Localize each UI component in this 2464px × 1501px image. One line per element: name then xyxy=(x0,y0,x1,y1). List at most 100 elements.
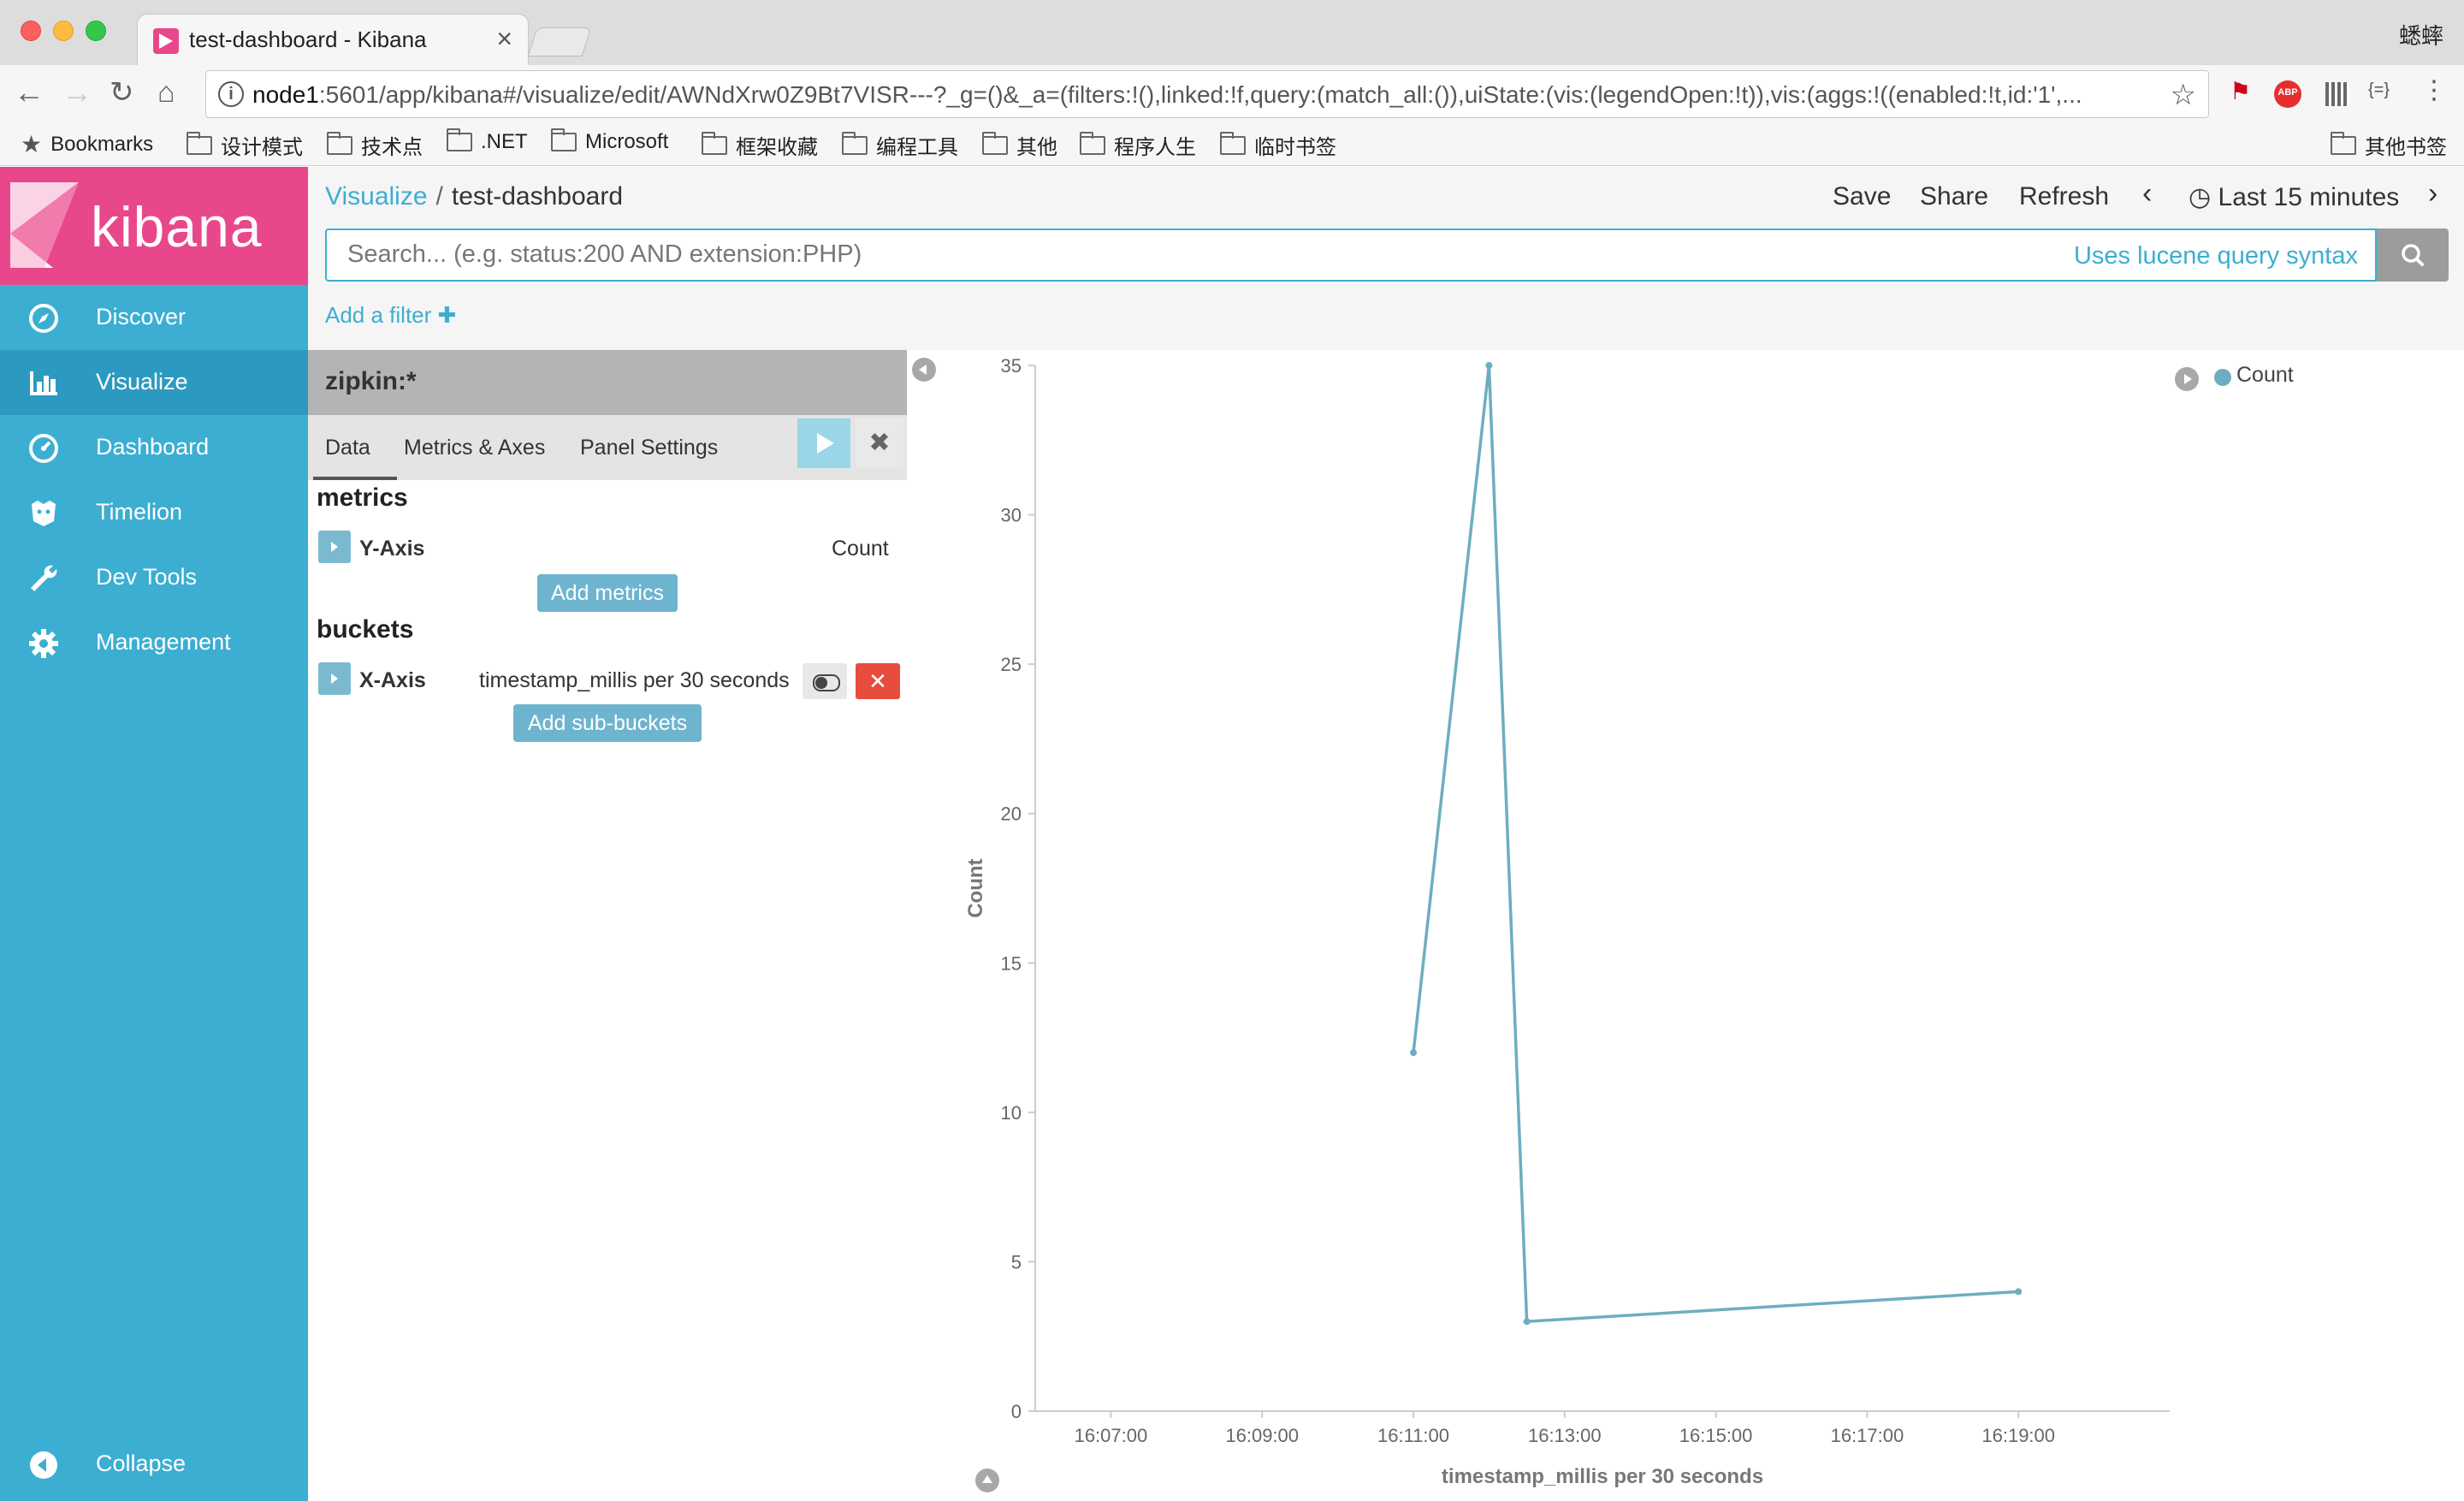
bookmark-folder[interactable]: 临时书签 xyxy=(1220,130,1336,160)
y-axis-title: Count xyxy=(964,858,987,917)
apply-changes-button[interactable] xyxy=(797,418,850,468)
series-line-count xyxy=(1412,364,2019,1324)
chevron-left-icon[interactable]: ‹ xyxy=(2142,177,2152,211)
browser-menu-icon[interactable]: ⋮ xyxy=(2421,75,2447,104)
sidebar-item-visualize[interactable]: Visualize xyxy=(0,350,308,415)
window-minimize-button[interactable] xyxy=(53,21,74,41)
bookmark-star-icon[interactable]: ☆ xyxy=(2171,78,2196,112)
collapse-editor-icon[interactable] xyxy=(912,358,936,382)
sidebar-collapse-button[interactable]: Collapse xyxy=(0,1432,308,1497)
add-filter-link[interactable]: Add a filter ✚ xyxy=(325,302,456,329)
sidebar-item-management[interactable]: Management xyxy=(0,610,308,675)
forward-arrow-icon[interactable]: → xyxy=(62,75,92,110)
breadcrumb-current: test-dashboard xyxy=(451,182,624,211)
kibana-top-bar: Visualize / test-dashboard Save Share Refr… xyxy=(308,167,2464,350)
search-submit-button[interactable] xyxy=(2377,228,2449,282)
y-tick-label: 10 xyxy=(1001,1102,1022,1124)
back-arrow-icon[interactable]: ← xyxy=(14,75,44,110)
window-close-button[interactable] xyxy=(21,21,41,41)
toggle-aggregation-icon[interactable] xyxy=(803,663,847,699)
y-axis-agg-desc: Count xyxy=(832,537,889,561)
compass-icon xyxy=(27,302,60,335)
refresh-button[interactable]: Refresh xyxy=(2019,182,2109,211)
sidebar-collapse-label: Collapse xyxy=(96,1451,187,1476)
window-maximize-button[interactable] xyxy=(86,21,106,41)
expand-bottom-icon[interactable] xyxy=(975,1468,999,1492)
legend-toggle-icon[interactable] xyxy=(2175,367,2199,391)
browser-tab-active[interactable]: test-dashboard - Kibana × xyxy=(137,14,529,65)
bookmark-folder[interactable]: 程序人生 xyxy=(1080,130,1196,160)
chevron-right-icon[interactable]: › xyxy=(2428,177,2437,211)
y-tick-label: 35 xyxy=(1001,355,1022,377)
bookmark-folder[interactable]: .NET xyxy=(447,128,528,154)
timelion-icon xyxy=(27,497,60,530)
tab-data[interactable]: Data xyxy=(325,436,370,460)
time-picker-button[interactable]: ◷ Last 15 minutes xyxy=(2189,182,2399,212)
clock-icon: ◷ xyxy=(2189,183,2218,211)
sidebar-item-discover[interactable]: Discover xyxy=(0,285,308,350)
address-bar-url[interactable]: node1:5601/app/kibana#/visualize/edit/AW… xyxy=(252,81,2143,109)
adblock-extension-icon[interactable]: ABP xyxy=(2274,80,2301,108)
x-axis-title: timestamp_millis per 30 seconds xyxy=(1442,1465,1763,1488)
wrench-icon xyxy=(27,562,60,595)
json-viewer-extension-icon[interactable]: {=} xyxy=(2368,80,2409,104)
breadcrumb-visualize-link[interactable]: Visualize xyxy=(325,182,428,211)
legend-item-count[interactable]: Count xyxy=(2236,363,2294,388)
add-metrics-button[interactable]: Add metrics xyxy=(537,574,678,612)
browser-profile-name[interactable]: 蟋蟀 xyxy=(2399,19,2443,50)
search-input[interactable] xyxy=(347,240,2024,269)
bookmarks-button[interactable]: ★ Bookmarks xyxy=(21,130,153,158)
reload-icon[interactable]: ↻ xyxy=(110,75,134,110)
bookmarks-bar: ★ Bookmarks 设计模式 技术点 .NET Microsoft 框架收藏 … xyxy=(0,123,2464,166)
discard-changes-button[interactable]: ✖ xyxy=(856,418,903,468)
y-tick-label: 20 xyxy=(1001,804,1022,825)
x-axis-expand-toggle[interactable] xyxy=(318,662,351,695)
new-tab-button[interactable] xyxy=(527,27,592,56)
remove-aggregation-icon[interactable]: ✕ xyxy=(856,663,900,699)
folder-icon xyxy=(702,131,727,155)
other-bookmarks-folder[interactable]: 其他书签 xyxy=(2331,130,2447,160)
bookmark-folder[interactable]: 技术点 xyxy=(327,130,423,160)
sidebar-item-dev-tools[interactable]: Dev Tools xyxy=(0,545,308,610)
folder-icon xyxy=(2331,131,2356,155)
lucene-syntax-link[interactable]: Uses lucene query syntax xyxy=(2074,242,2358,270)
home-icon[interactable]: ⌂ xyxy=(157,75,175,110)
url-path: :5601/app/kibana#/visualize/edit/AWNdXrw… xyxy=(318,81,2082,108)
flag-extension-icon[interactable]: ⚑ xyxy=(2230,77,2254,104)
bookmark-folder[interactable]: Microsoft xyxy=(551,128,668,154)
sidebar-item-label: Timelion xyxy=(96,499,183,525)
y-axis-agg-name[interactable]: Y-Axis xyxy=(359,537,424,561)
add-sub-buckets-button[interactable]: Add sub-buckets xyxy=(513,704,702,742)
buckets-section-title: buckets xyxy=(317,615,414,644)
y-tick-label: 0 xyxy=(1011,1401,1022,1422)
kibana-favicon-icon xyxy=(153,28,179,54)
save-button[interactable]: Save xyxy=(1833,182,1891,211)
qr-code-extension-icon[interactable] xyxy=(2325,82,2349,106)
kibana-logo[interactable]: kibana xyxy=(0,167,308,285)
browser-tab-strip: test-dashboard - Kibana × 蟋蟀 xyxy=(0,0,2464,65)
address-bar[interactable]: i node1:5601/app/kibana#/visualize/edit/… xyxy=(205,70,2209,118)
tab-panel-settings[interactable]: Panel Settings xyxy=(580,436,718,460)
x-axis-agg-name[interactable]: X-Axis xyxy=(359,668,426,693)
plus-icon: ✚ xyxy=(437,302,457,328)
browser-tab-close-icon[interactable]: × xyxy=(496,23,512,55)
tab-metrics-axes[interactable]: Metrics & Axes xyxy=(404,436,545,460)
share-button[interactable]: Share xyxy=(1920,182,1988,211)
x-tick-label: 16:09:00 xyxy=(1225,1425,1299,1446)
sidebar-item-timelion[interactable]: Timelion xyxy=(0,480,308,545)
star-icon: ★ xyxy=(21,131,43,157)
site-info-icon[interactable]: i xyxy=(218,81,244,107)
x-tick-label: 16:07:00 xyxy=(1075,1425,1148,1446)
y-axis-expand-toggle[interactable] xyxy=(318,531,351,563)
bookmark-folder[interactable]: 框架收藏 xyxy=(702,130,818,160)
y-tick-label: 5 xyxy=(1011,1251,1022,1273)
editor-tabs: Data Metrics & Axes Panel Settings ✖ xyxy=(308,415,907,480)
bookmark-folder[interactable]: 其他 xyxy=(982,130,1057,160)
sidebar-item-dashboard[interactable]: Dashboard xyxy=(0,415,308,480)
bookmark-folder[interactable]: 编程工具 xyxy=(842,130,958,160)
search-icon xyxy=(2402,244,2424,266)
bookmark-folder[interactable]: 设计模式 xyxy=(187,130,303,160)
x-tick-label: 16:17:00 xyxy=(1831,1425,1904,1446)
x-axis-agg-desc: timestamp_millis per 30 seconds xyxy=(479,668,790,692)
metrics-section-title: metrics xyxy=(317,484,408,512)
